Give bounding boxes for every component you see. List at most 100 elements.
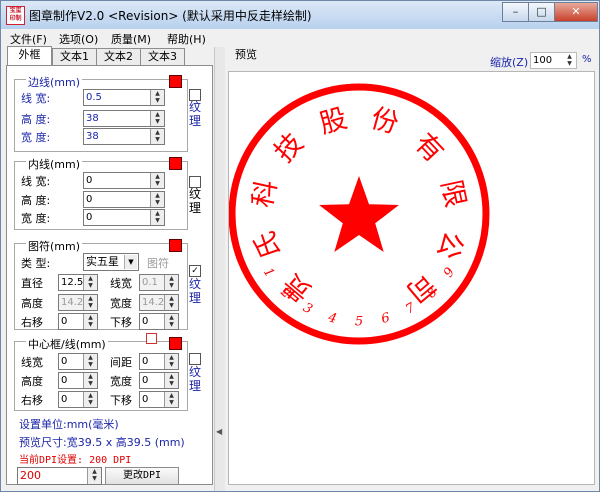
menu-help[interactable]: 帮助(H) [167, 31, 206, 47]
center-linewidth-spinner[interactable]: 0 ▲ ▼ [58, 353, 98, 370]
spinner-arrows-icon[interactable]: ▲ ▼ [87, 468, 101, 484]
symbol-width-spinner[interactable]: 14.2 ▲ ▼ [139, 294, 179, 311]
chevron-down-icon[interactable]: ▼ [124, 255, 137, 269]
maximize-button[interactable]: □ [528, 2, 555, 22]
center-right-spinner[interactable]: 0 ▲ ▼ [58, 391, 98, 408]
center-frame-color-swatch[interactable] [169, 337, 182, 350]
spinner-arrows-icon[interactable]: ▲ ▼ [83, 354, 97, 369]
spinner-arrows-icon[interactable]: ▲ ▼ [150, 90, 164, 105]
center-frame-pattern-icon[interactable] [146, 333, 157, 344]
seal-char: 氏 [249, 227, 287, 263]
center-gap-label: 间距 [110, 356, 132, 369]
symbol-right-value: 0 [61, 316, 68, 327]
spinner-arrows-icon[interactable]: ▲ ▼ [164, 392, 178, 407]
symbol-diameter-value: 12.5 [61, 277, 84, 288]
border-width-spinner[interactable]: 0.5 ▲ ▼ [83, 89, 165, 106]
menu-file[interactable]: 文件(F) [10, 31, 47, 47]
center-texture-label: 纹理 [188, 365, 201, 393]
symbol-type-value: 实五星 [86, 255, 119, 268]
spinner-arrows-icon[interactable]: ▲ ▼ [150, 129, 164, 144]
inner-color-swatch[interactable] [169, 157, 182, 170]
inner-height-label: 高 度: [21, 194, 51, 207]
symbol-texture-checkbox[interactable]: ✓ [189, 265, 201, 277]
border-height-label: 高 度: [21, 113, 51, 126]
spinner-arrows-icon[interactable]: ▲ ▼ [83, 295, 97, 310]
menu-bar: 文件(F) 选项(O) 质量(M) 帮助(H) [1, 29, 599, 47]
spinner-arrows-icon[interactable]: ▲ ▼ [164, 295, 178, 310]
spinner-arrows-icon[interactable]: ▲ ▼ [83, 373, 97, 388]
inner-width-label: 线 宽: [21, 175, 51, 188]
seal-char: 公 [431, 227, 469, 263]
seal-char: 份 [368, 103, 402, 140]
symbol-height-label: 高度 [21, 297, 43, 310]
spinner-arrows-icon[interactable]: ▲ ▼ [563, 53, 576, 68]
app-window: 宝玺 印制 图章制作V2.0 <Revision> (默认采用中反走样绘制) – … [0, 0, 600, 492]
symbol-down-spinner[interactable]: 0 ▲ ▼ [139, 313, 179, 330]
center-width-label: 宽度 [110, 375, 132, 388]
app-stamp-icon[interactable]: 宝玺 印制 [6, 6, 25, 25]
spinner-arrows-icon[interactable]: ▲ ▼ [164, 373, 178, 388]
dpi-value: 200 [20, 469, 41, 482]
center-down-value: 0 [142, 394, 149, 405]
center-right-label: 右移 [21, 394, 43, 407]
inner-width-spinner[interactable]: 0 ▲ ▼ [83, 172, 165, 189]
spinner-arrows-icon[interactable]: ▲ ▼ [150, 210, 164, 225]
tab-text1[interactable]: 文本1 [52, 48, 97, 66]
inner-breadth-spinner[interactable]: 0 ▲ ▼ [83, 209, 165, 226]
center-gap-spinner[interactable]: 0 ▲ ▼ [139, 353, 179, 370]
spinner-arrows-icon[interactable]: ▲ ▼ [83, 392, 97, 407]
stamp-preview-svg: 贵氏科技股 份有限公司 1234 5 6789 [228, 83, 490, 345]
spinner-arrows-icon[interactable]: ▲ ▼ [164, 314, 178, 329]
tab-outer-frame[interactable]: 外框 [7, 46, 52, 67]
inner-breadth-value: 0 [86, 212, 93, 223]
center-frame-title: 中心框/线(mm) [26, 336, 108, 352]
tab-text3[interactable]: 文本3 [140, 48, 185, 66]
collapse-arrow-icon[interactable]: ◀ [216, 427, 222, 436]
symbol-button[interactable]: 图符 [147, 255, 169, 271]
inner-breadth-label: 宽 度: [21, 212, 51, 225]
zoom-spinner[interactable]: 100 ▲ ▼ [530, 52, 577, 69]
center-down-label: 下移 [110, 394, 132, 407]
spinner-arrows-icon[interactable]: ▲ ▼ [83, 275, 97, 290]
symbol-type-select[interactable]: 实五星 ▼ [83, 253, 139, 271]
close-button[interactable]: ✕ [554, 2, 598, 22]
settings-panel: 边线(mm) 线 宽: 0.5 ▲ ▼ 高 度: 38 ▲ ▼ 宽 度: 38 ▲ ▼… [6, 65, 213, 485]
spinner-arrows-icon[interactable]: ▲ ▼ [83, 314, 97, 329]
title-bar[interactable]: 宝玺 印制 图章制作V2.0 <Revision> (默认采用中反走样绘制) – … [1, 1, 599, 29]
border-color-swatch[interactable] [169, 75, 182, 88]
center-width-spinner[interactable]: 0 ▲ ▼ [139, 372, 179, 389]
spinner-arrows-icon[interactable]: ▲ ▼ [150, 111, 164, 126]
center-texture-checkbox[interactable] [189, 353, 201, 365]
spinner-arrows-icon[interactable]: ▲ ▼ [150, 173, 164, 188]
border-breadth-spinner[interactable]: 38 ▲ ▼ [83, 128, 165, 145]
symbol-right-spinner[interactable]: 0 ▲ ▼ [58, 313, 98, 330]
inner-height-value: 0 [86, 194, 93, 205]
preview-canvas[interactable]: 贵氏科技股份有限公司 123456789 [228, 71, 595, 485]
menu-quality[interactable]: 质量(M) [111, 31, 151, 47]
inner-texture-label: 纹理 [188, 187, 201, 215]
symbol-linewidth-label: 线宽 [110, 277, 132, 290]
symbol-diameter-label: 直径 [21, 277, 43, 290]
symbol-linewidth-spinner[interactable]: 0.1 ▲ ▼ [139, 274, 179, 291]
change-dpi-button[interactable]: 更改DPI [105, 467, 179, 485]
spinner-arrows-icon[interactable]: ▲ ▼ [150, 192, 164, 207]
menu-options[interactable]: 选项(O) [59, 31, 98, 47]
inner-height-spinner[interactable]: 0 ▲ ▼ [83, 191, 165, 208]
inner-width-value: 0 [86, 175, 93, 186]
minimize-button[interactable]: – [502, 2, 529, 22]
border-height-value: 38 [86, 113, 99, 124]
zoom-value: 100 [533, 55, 553, 66]
spinner-arrows-icon[interactable]: ▲ ▼ [164, 354, 178, 369]
spinner-arrows-icon[interactable]: ▲ ▼ [164, 275, 178, 290]
symbol-diameter-spinner[interactable]: 12.5 ▲ ▼ [58, 274, 98, 291]
seal-digit: 6 [380, 310, 392, 327]
border-height-spinner[interactable]: 38 ▲ ▼ [83, 110, 165, 127]
dpi-spinner[interactable]: 200 ▲ ▼ [17, 467, 102, 485]
center-height-spinner[interactable]: 0 ▲ ▼ [58, 372, 98, 389]
symbol-height-spinner[interactable]: 14.2 ▲ ▼ [58, 294, 98, 311]
tab-text2[interactable]: 文本2 [96, 48, 141, 66]
center-linewidth-label: 线宽 [21, 356, 43, 369]
zoom-percent: % [582, 54, 592, 65]
symbol-color-swatch[interactable] [169, 239, 182, 252]
center-down-spinner[interactable]: 0 ▲ ▼ [139, 391, 179, 408]
